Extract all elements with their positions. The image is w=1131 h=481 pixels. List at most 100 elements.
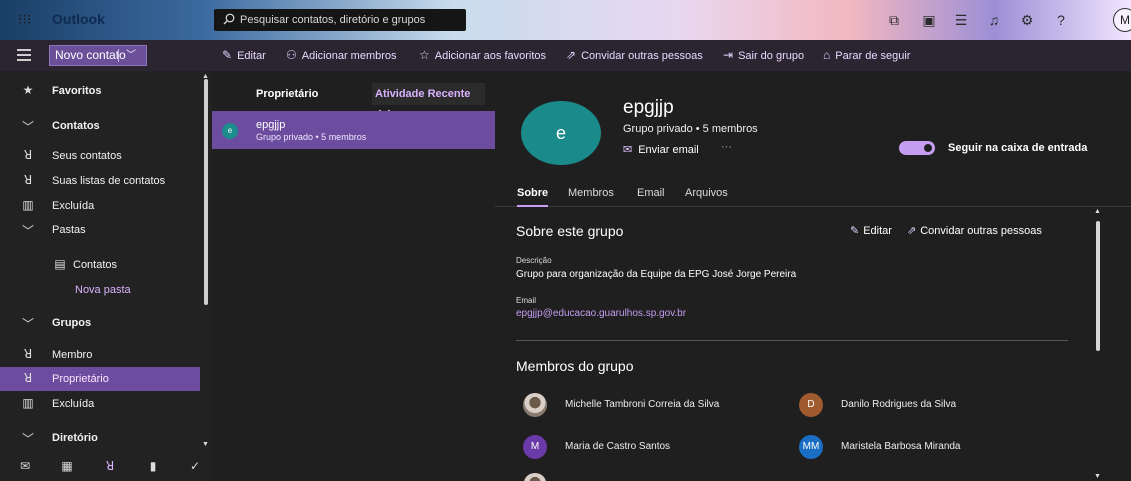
tab-files[interactable]: Arquivos <box>685 187 728 199</box>
mail-icon[interactable]: ✉ <box>16 459 34 477</box>
split-divider <box>118 49 119 62</box>
nav-new-folder-label: Nova pasta <box>75 284 131 296</box>
group-subtitle: Grupo privado • 5 membros <box>623 123 758 135</box>
people-icon[interactable]: ꓤ <box>101 459 119 477</box>
nav-member[interactable]: ꓤ Membro <box>0 343 200 367</box>
member-name: Danilo Rodrigues da Silva <box>841 399 957 410</box>
meet-now-icon[interactable]: ⧉ <box>884 10 904 30</box>
sign-out-icon: ⇥ <box>723 48 734 62</box>
invite-label: Convidar outras pessoas <box>581 50 703 62</box>
edit-button[interactable]: ✎ Editar <box>222 48 266 64</box>
detail-tabs: Sobre Membros Email Arquivos <box>495 177 1131 207</box>
member-photo <box>523 393 547 417</box>
nav-new-folder[interactable]: Nova pasta <box>0 278 200 302</box>
my-day-icon[interactable]: ☰ <box>951 10 971 30</box>
description-value: Grupo para organização da Equipe da EPG … <box>516 269 797 280</box>
nav-groups[interactable]: ﹀ Grupos <box>0 311 200 335</box>
pencil-icon: ✎ <box>850 225 860 237</box>
settings-icon[interactable]: ⚙ <box>1017 10 1037 30</box>
email-label: Email <box>516 296 537 305</box>
star-add-icon: ☆ <box>419 48 430 62</box>
follow-label: Seguir na caixa de entrada <box>948 142 1088 154</box>
command-bar: Novo contato ﹀ ✎ Editar ⚇ Adicionar membro… <box>0 40 1131 71</box>
nav-scrollbar[interactable] <box>204 79 208 305</box>
chevron-down-icon: ﹀ <box>21 432 34 446</box>
about-edit-button[interactable]: ✎ Editar <box>850 224 892 237</box>
chevron-down-icon[interactable]: ﹀ <box>126 46 136 65</box>
tab-about[interactable]: Sobre <box>517 187 549 207</box>
nav-directory[interactable]: ﹀ Diretório <box>0 426 200 450</box>
list-item-name: epgjjp <box>256 119 286 131</box>
new-contact-button[interactable]: Novo contato ﹀ <box>49 45 147 66</box>
nav-contact-lists-label: Suas listas de contatos <box>52 175 166 187</box>
nav-member-label: Membro <box>52 349 93 361</box>
tab-email[interactable]: Email <box>637 187 665 199</box>
about-edit-label: Editar <box>863 225 892 237</box>
nav-contacts[interactable]: ﹀ Contatos <box>0 114 200 138</box>
email-link[interactable]: epgjjp@educacao.guarulhos.sp.gov.br <box>516 308 686 319</box>
scroll-down-arrow[interactable]: ▼ <box>1094 473 1101 480</box>
attachment-icon[interactable]: ▮ <box>144 459 162 477</box>
scroll-up-arrow[interactable]: ▲ <box>1094 208 1101 215</box>
leave-group-button[interactable]: ⇥ Sair do grupo <box>723 48 804 64</box>
nav-folders[interactable]: ﹀ Pastas <box>0 218 200 242</box>
invite-button[interactable]: ⇗ Convidar outras pessoas <box>566 48 703 64</box>
group-icon: ꓤ <box>23 347 33 361</box>
help-icon[interactable]: ? <box>1051 10 1071 30</box>
add-favorites-label: Adicionar aos favoritos <box>434 50 547 62</box>
member-name: Michelle Tambroni Correia da Silva <box>565 399 720 410</box>
nav-contacts-label: Contatos <box>52 120 100 132</box>
list-item-subtitle: Grupo privado • 5 membros <box>256 132 367 142</box>
module-switcher: ✉ ▦ ꓤ ▮ ✓ <box>0 455 212 481</box>
list-title: Proprietário <box>256 88 319 100</box>
description-label: Descrição <box>516 256 552 265</box>
app-name[interactable]: Outlook <box>52 11 105 27</box>
follow-toggle[interactable] <box>899 141 935 155</box>
about-invite-label: Convidar outras pessoas <box>920 225 1042 237</box>
nav-deleted-groups[interactable]: ▥ Excluída <box>0 392 200 416</box>
unfollow-label: Parar de seguir <box>835 50 911 62</box>
toggle-knob <box>924 144 932 152</box>
more-options-button[interactable]: ··· <box>721 141 732 153</box>
tab-members[interactable]: Membros <box>568 187 614 199</box>
todo-icon[interactable]: ✓ <box>186 459 204 477</box>
add-favorites-button[interactable]: ☆ Adicionar aos favoritos <box>419 48 546 64</box>
chevron-down-icon: ﹀ <box>21 317 34 331</box>
list-item[interactable]: e epgjjp Grupo privado • 5 membros <box>212 111 495 149</box>
office-apps-icon[interactable]: ▣ <box>919 10 939 30</box>
members-title: Membros do grupo <box>516 358 634 374</box>
nav-contact-lists[interactable]: ꓤ Suas listas de contatos <box>0 169 200 193</box>
search-input[interactable] <box>240 9 464 31</box>
contact-card-icon: ▤ <box>54 257 66 271</box>
nav-owner[interactable]: ꓤ Proprietário <box>0 367 200 391</box>
nav-folder-contacts-label: Contatos <box>73 259 118 271</box>
nav-your-contacts[interactable]: ꓤ Seus contatos <box>0 144 200 168</box>
app-launcher-icon[interactable]: ⁝⁝⁝ <box>18 12 32 26</box>
hamburger-menu-icon[interactable] <box>17 49 31 61</box>
send-email-button[interactable]: ✉ Enviar email <box>623 143 699 156</box>
account-avatar[interactable]: M <box>1113 8 1131 32</box>
scroll-down-arrow[interactable]: ▼ <box>202 441 209 448</box>
unfollow-button[interactable]: ⌂ Parar de seguir <box>823 48 910 64</box>
search-box[interactable] <box>214 9 466 31</box>
nav-directory-label: Diretório <box>52 432 98 444</box>
nav-folder-contacts[interactable]: ▤ Contatos <box>0 253 200 277</box>
about-invite-button[interactable]: ⇗ Convidar outras pessoas <box>907 224 1042 237</box>
chevron-down-icon: ﹀ <box>21 224 34 238</box>
share-icon: ⇗ <box>907 225 917 237</box>
calendar-icon[interactable]: ▦ <box>58 459 76 477</box>
detail-scrollbar[interactable] <box>1096 221 1100 351</box>
about-title: Sobre este grupo <box>516 223 624 239</box>
sort-dropdown[interactable]: Atividade Recente ﹀ <box>372 83 485 122</box>
add-members-button[interactable]: ⚇ Adicionar membros <box>286 48 397 64</box>
mail-icon: ✉ <box>623 144 633 156</box>
edit-label: Editar <box>237 50 266 62</box>
nav-deleted[interactable]: ▥ Excluída <box>0 194 200 218</box>
left-nav: ▲ ▼ ★ Favoritos ﹀ Contatos ꓤ Seus contat… <box>0 71 212 455</box>
group-owner-icon: ꓤ <box>23 371 33 385</box>
list-pane: Proprietário Atividade Recente ﹀ e epgjj… <box>212 71 495 481</box>
nav-your-contacts-label: Seus contatos <box>52 150 122 162</box>
notifications-icon[interactable]: ♫ <box>984 10 1004 30</box>
nav-favorites[interactable]: ★ Favoritos <box>0 79 200 103</box>
member-name: Maria de Castro Santos <box>565 441 671 452</box>
